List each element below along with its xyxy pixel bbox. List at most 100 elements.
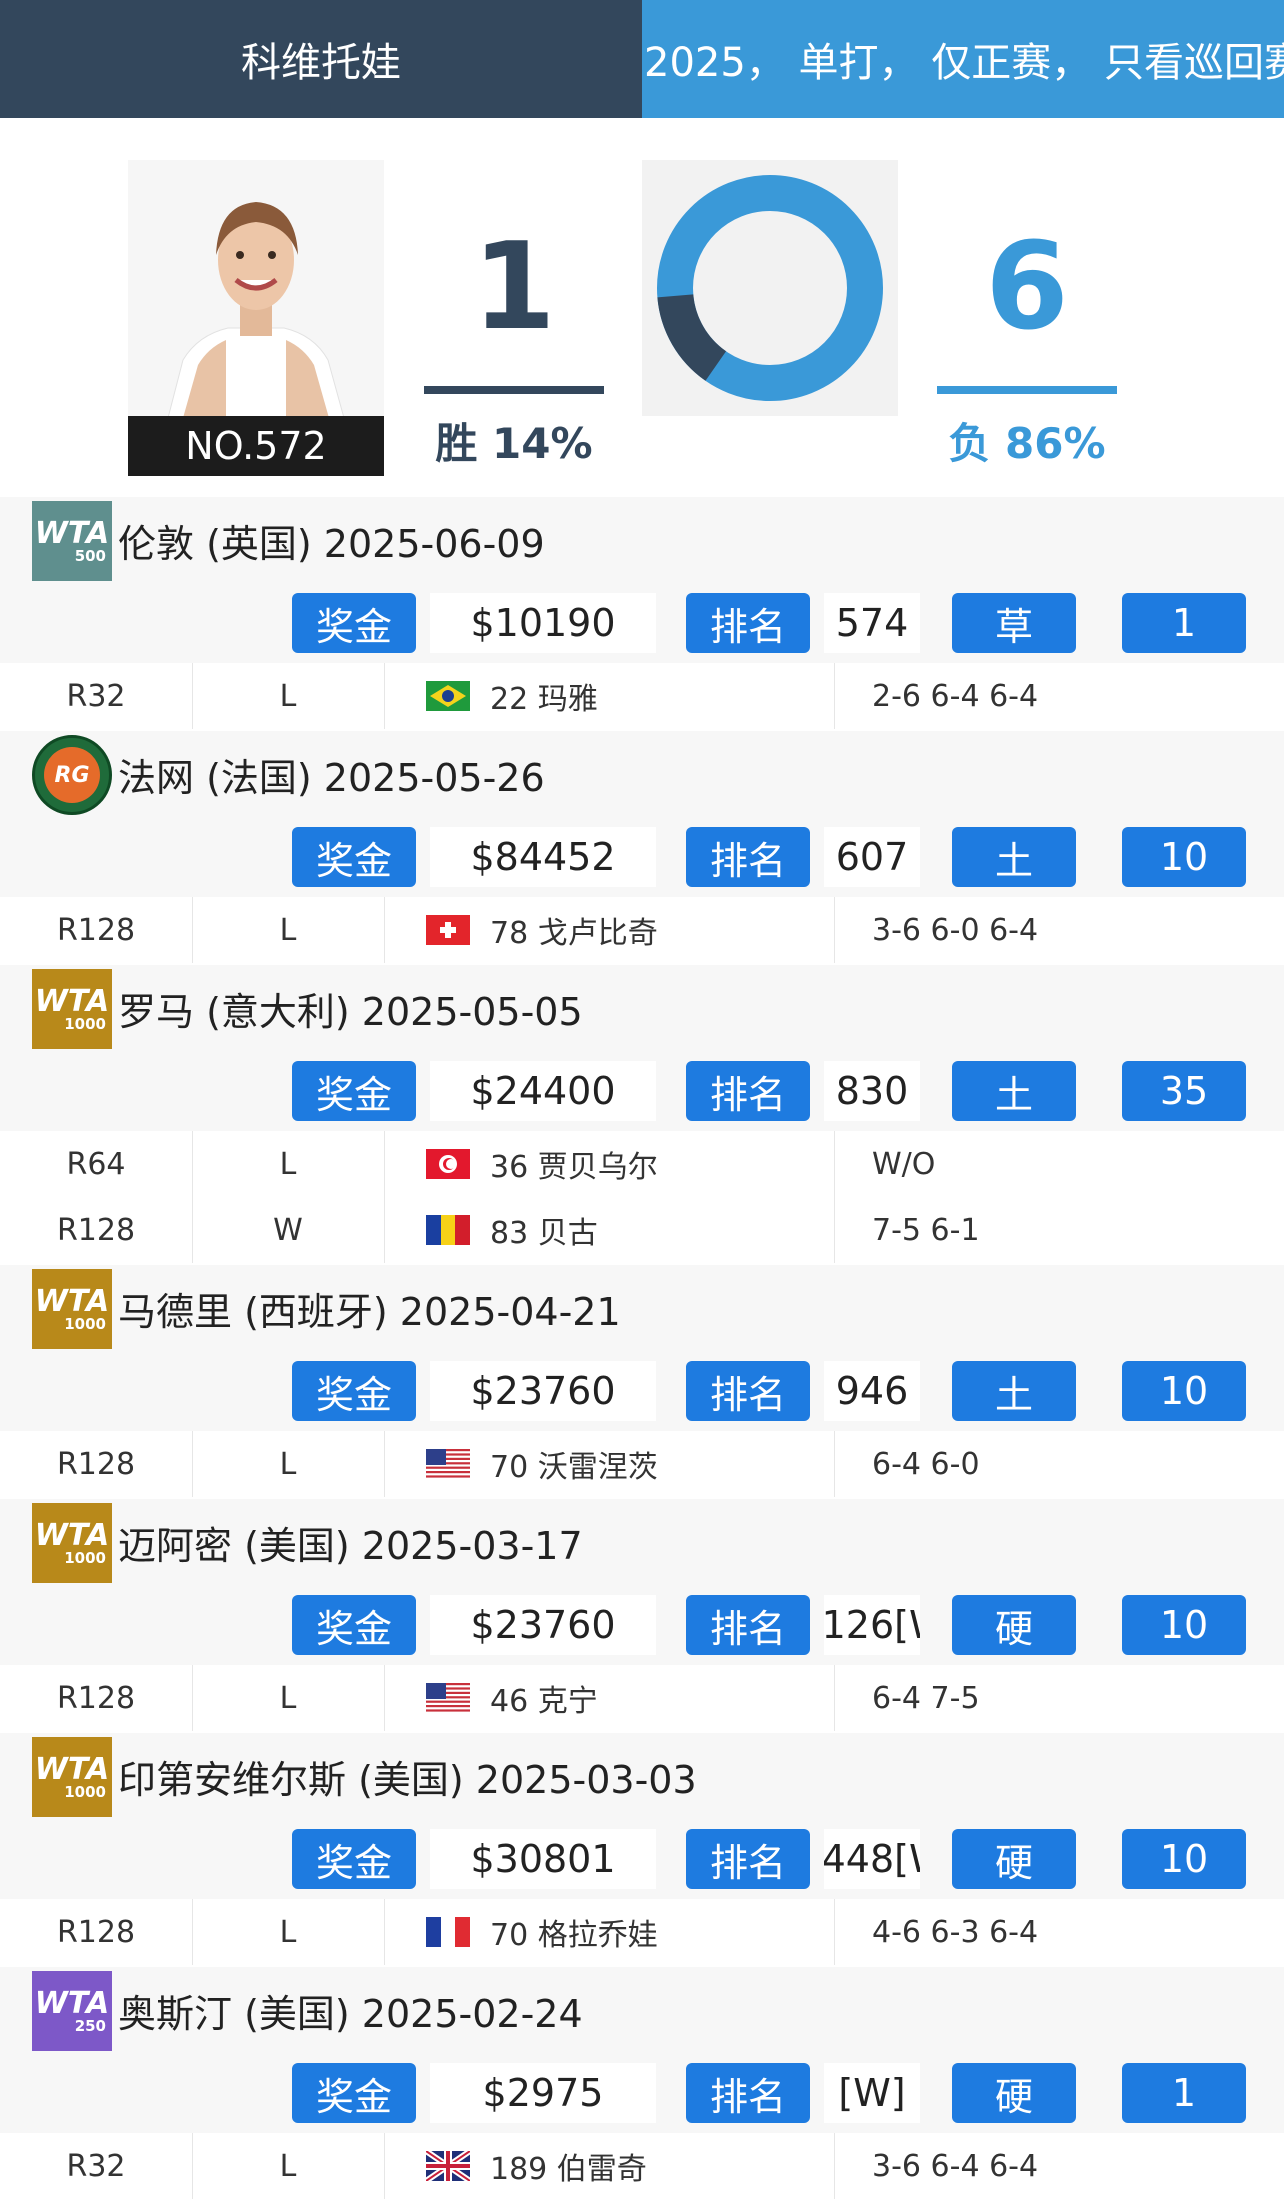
opponent-cell[interactable]: 189 伯雷奇 <box>426 2133 647 2199</box>
match-score: 3-6 6-4 6-4 <box>872 2148 1039 2184</box>
tournament-title[interactable]: 罗马 (意大利) 2025-05-05 <box>118 981 583 1036</box>
rank-value: 574 <box>824 593 920 653</box>
player-tab[interactable]: 科维托娃 <box>0 0 642 118</box>
prize-label-button[interactable]: 奖金 <box>292 1595 416 1655</box>
opponent-cell[interactable]: 36 贾贝乌尔 <box>426 1131 658 1197</box>
opponent-name: 189 伯雷奇 <box>490 2152 647 2187</box>
points-button[interactable]: 1 <box>1122 593 1246 653</box>
tournament-title[interactable]: 迈阿密 (美国) 2025-03-17 <box>118 1515 583 1570</box>
logo-tier-text: 1000 <box>64 1548 106 1567</box>
opponent-cell[interactable]: 22 玛雅 <box>426 663 598 729</box>
tournament-header: WTA1000迈阿密 (美国) 2025-03-17奖金$23760排名1126… <box>0 1499 1284 1665</box>
logo-tier-text: 1000 <box>64 1014 106 1033</box>
logo-tier-text: 500 <box>74 546 106 565</box>
points-button[interactable]: 10 <box>1122 827 1246 887</box>
tournament-title[interactable]: 奥斯汀 (美国) 2025-02-24 <box>118 1983 583 2038</box>
prize-label-button[interactable]: 奖金 <box>292 827 416 887</box>
prize-value: $10190 <box>430 593 656 653</box>
column-divider <box>384 1899 385 1965</box>
column-divider <box>384 897 385 963</box>
tournament-title[interactable]: 印第安维尔斯 (美国) 2025-03-03 <box>118 1749 697 1804</box>
rank-label-button[interactable]: 排名 <box>686 2063 810 2123</box>
match-row[interactable]: R128 L 46 克宁 6-4 7-5 <box>0 1665 1284 1731</box>
tournament-header: WTA1000印第安维尔斯 (美国) 2025-03-03奖金$30801排名1… <box>0 1733 1284 1899</box>
player-photo <box>128 160 384 418</box>
opponent-cell[interactable]: 83 贝古 <box>426 1197 598 1263</box>
surface-button[interactable]: 土 <box>952 827 1076 887</box>
logo-tier-text: 1000 <box>64 1314 106 1333</box>
logo-wta-text: WTA <box>34 1517 110 1553</box>
prize-value: $30801 <box>430 1829 656 1889</box>
tournament-title[interactable]: 法网 (法国) 2025-05-26 <box>118 747 545 802</box>
match-row[interactable]: R32 L 189 伯雷奇 3-6 6-4 6-4 <box>0 2133 1284 2199</box>
opponent-cell[interactable]: 70 格拉乔娃 <box>426 1899 658 1965</box>
france-flag-icon <box>426 1917 470 1947</box>
column-divider <box>834 1899 835 1965</box>
match-score: W/O <box>872 1146 936 1182</box>
column-divider <box>384 1197 385 1263</box>
switzerland-flag-icon <box>426 915 470 945</box>
win-percentage: 胜 14% <box>435 419 593 468</box>
tournament-header: RG 法网 (法国) 2025-05-26 奖金 $84452 排名 607 土 10 <box>0 731 1284 897</box>
wta-1000-logo: WTA 1000 <box>32 1503 112 1583</box>
points-button[interactable]: 35 <box>1122 1061 1246 1121</box>
rank-label-button[interactable]: 排名 <box>686 593 810 653</box>
surface-button[interactable]: 土 <box>952 1361 1076 1421</box>
prize-label-button[interactable]: 奖金 <box>292 1061 416 1121</box>
logo-tier-text: 1000 <box>64 1782 106 1801</box>
match-result: L <box>279 2148 297 2184</box>
tournament-header: WTA 500 伦敦 (英国) 2025-06-09 奖金 $10190 排名 574 草 1 <box>0 497 1284 663</box>
match-row[interactable]: R32 L 22 玛雅 2-6 6-4 6-4 <box>0 663 1284 729</box>
points-button[interactable]: 1 <box>1122 2063 1246 2123</box>
points-button[interactable]: 10 <box>1122 1829 1246 1889</box>
match-row[interactable]: R128 L 78 戈卢比奇 3-6 6-0 6-4 <box>0 897 1284 963</box>
rank-label-button[interactable]: 排名 <box>686 1595 810 1655</box>
rank-value: 1126[W <box>824 1595 920 1655</box>
column-divider <box>384 1431 385 1497</box>
tournament-title[interactable]: 马德里 (西班牙) 2025-04-21 <box>118 1281 621 1336</box>
match-row[interactable]: R128 L 70 沃雷涅茨 6-4 6-0 <box>0 1431 1284 1497</box>
tournament-title[interactable]: 伦敦 (英国) 2025-06-09 <box>118 513 545 568</box>
column-divider <box>384 2133 385 2199</box>
surface-button[interactable]: 硬 <box>952 2063 1076 2123</box>
prize-value: $84452 <box>430 827 656 887</box>
rank-label-button[interactable]: 排名 <box>686 1829 810 1889</box>
match-row[interactable]: R128 W 83 贝古 7-5 6-1 <box>0 1197 1284 1263</box>
rank-label-button[interactable]: 排名 <box>686 827 810 887</box>
prize-label-button[interactable]: 奖金 <box>292 1361 416 1421</box>
prize-label-button[interactable]: 奖金 <box>292 2063 416 2123</box>
surface-button[interactable]: 硬 <box>952 1829 1076 1889</box>
opponent-cell[interactable]: 70 沃雷涅茨 <box>426 1431 658 1497</box>
match-score: 3-6 6-0 6-4 <box>872 912 1039 948</box>
match-row[interactable]: R64 L 36 贾贝乌尔 W/O <box>0 1131 1284 1197</box>
match-row[interactable]: R128 L 70 格拉乔娃 4-6 6-3 6-4 <box>0 1899 1284 1965</box>
opponent-cell[interactable]: 78 戈卢比奇 <box>426 897 658 963</box>
opponent-cell[interactable]: 46 克宁 <box>426 1665 598 1731</box>
column-divider <box>834 1197 835 1263</box>
losses-count: 6 <box>985 218 1069 357</box>
match-round: R32 <box>66 2148 126 2184</box>
opponent-name: 70 格拉乔娃 <box>490 1918 658 1953</box>
rank-label-button[interactable]: 排名 <box>686 1361 810 1421</box>
points-button[interactable]: 10 <box>1122 1361 1246 1421</box>
match-round: R64 <box>66 1146 126 1182</box>
rank-label-button[interactable]: 排名 <box>686 1061 810 1121</box>
prize-label-button[interactable]: 奖金 <box>292 1829 416 1889</box>
match-score: 2-6 6-4 6-4 <box>872 678 1039 714</box>
match-result: L <box>279 912 297 948</box>
prize-value: $24400 <box>430 1061 656 1121</box>
points-button[interactable]: 10 <box>1122 1595 1246 1655</box>
roland-garros-emblem-icon: RG <box>44 747 100 803</box>
match-score: 7-5 6-1 <box>872 1212 980 1248</box>
surface-button[interactable]: 草 <box>952 593 1076 653</box>
tournament-header: WTA 1000 马德里 (西班牙) 2025-04-21 奖金 $23760 排名 946… <box>0 1265 1284 1431</box>
header-bar: 科维托娃 2025， 单打， 仅正赛， 只看巡回赛 <box>0 0 1284 118</box>
match-result: L <box>279 1146 297 1182</box>
filter-tab[interactable]: 2025， 单打， 仅正赛， 只看巡回赛 <box>642 0 1284 118</box>
surface-button[interactable]: 硬 <box>952 1595 1076 1655</box>
filter-text: 2025， 单打， 仅正赛， 只看巡回赛 <box>644 40 1284 86</box>
surface-button[interactable]: 土 <box>952 1061 1076 1121</box>
match-result: L <box>279 1446 297 1482</box>
prize-label-button[interactable]: 奖金 <box>292 593 416 653</box>
column-divider <box>384 1131 385 1197</box>
